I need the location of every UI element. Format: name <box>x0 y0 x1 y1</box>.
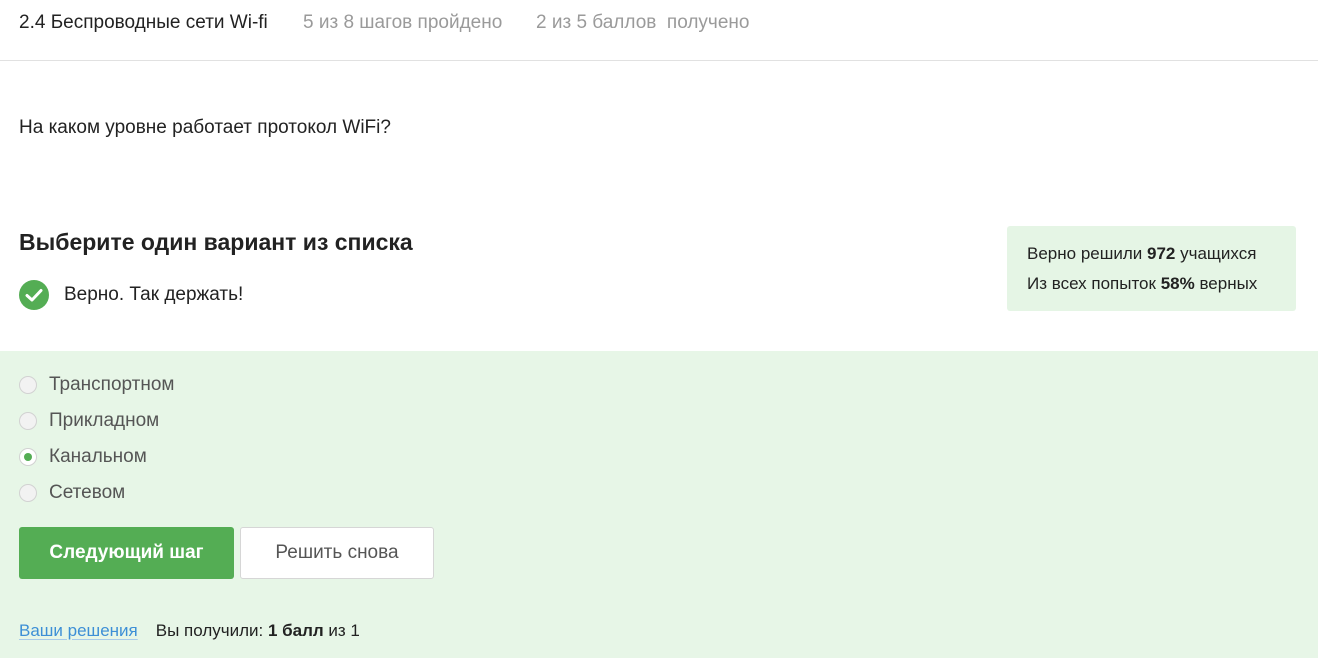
option-label[interactable]: Прикладном <box>49 410 159 432</box>
checkmark-circle-icon <box>19 280 49 310</box>
radio-button[interactable] <box>19 484 37 502</box>
stat-attempts-prefix: Из всех попыток <box>1027 274 1161 293</box>
option-transport[interactable]: Транспортном <box>19 374 175 396</box>
radio-button[interactable] <box>19 412 37 430</box>
option-label[interactable]: Канальном <box>49 446 147 468</box>
results-row: Ваши решения Вы получили: 1 балл из 1 <box>19 621 360 641</box>
retry-button[interactable]: Решить снова <box>240 527 434 579</box>
stat-attempts-suffix: верных <box>1194 274 1258 293</box>
stat-attempts: Из всех попыток 58% верных <box>1027 271 1296 301</box>
lesson-title[interactable]: 2.4 Беспроводные сети Wi-fi <box>19 12 268 34</box>
your-solutions-link[interactable]: Ваши решения <box>19 621 138 641</box>
option-network[interactable]: Сетевом <box>19 482 125 504</box>
answers-area: Транспортном Прикладном Канальном Сетево… <box>0 351 1318 658</box>
feedback-message: Верно. Так держать! <box>19 280 243 310</box>
lesson-header: 2.4 Беспроводные сети Wi-fi 5 из 8 шагов… <box>0 0 1318 61</box>
option-label[interactable]: Транспортном <box>49 374 175 396</box>
option-label[interactable]: Сетевом <box>49 482 125 504</box>
option-datalink[interactable]: Канальном <box>19 446 147 468</box>
stat-attempts-percent: 58% <box>1160 274 1195 293</box>
option-application[interactable]: Прикладном <box>19 410 159 432</box>
stats-box: Верно решили 972 учащихся Из всех попыто… <box>1007 226 1296 311</box>
radio-button[interactable] <box>19 376 37 394</box>
next-step-button[interactable]: Следующий шаг <box>19 527 234 579</box>
stat-solved-count: 972 <box>1147 244 1176 263</box>
stat-solved-suffix: учащихся <box>1175 244 1257 263</box>
received-prefix: Вы получили: <box>155 621 268 640</box>
received-suffix: из 1 <box>323 621 360 640</box>
score-progress: 2 из 5 баллов получено <box>536 12 750 33</box>
received-score: Вы получили: 1 балл из 1 <box>156 621 360 641</box>
stat-solved-prefix: Верно решили <box>1027 244 1147 263</box>
question-text: На каком уровне работает протокол WiFi? <box>19 117 391 138</box>
radio-button-selected[interactable] <box>19 448 37 466</box>
feedback-text: Верно. Так держать! <box>64 284 244 305</box>
steps-progress: 5 из 8 шагов пройдено <box>303 12 503 33</box>
quiz-heading: Выберите один вариант из списка <box>19 229 413 255</box>
received-points: 1 балл <box>267 621 324 640</box>
stat-solved: Верно решили 972 учащихся <box>1027 241 1296 271</box>
